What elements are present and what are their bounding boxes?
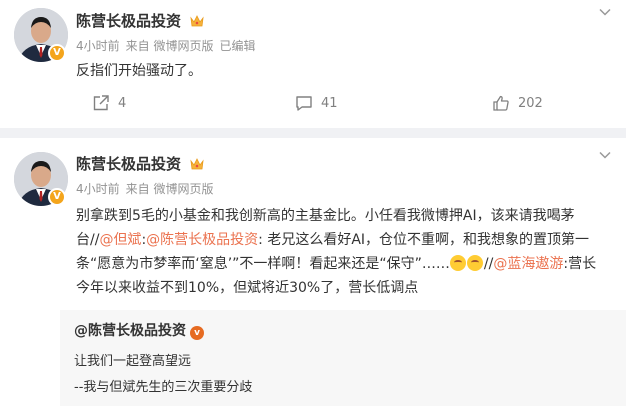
post-source: 来自 微博网页版 [125,182,214,196]
mention-link[interactable]: @陈营长极品投资 [146,232,258,248]
edited-label[interactable]: 已编辑 [219,39,255,53]
quoted-line: 让我们一起登高望远 [74,354,192,369]
quoted-post[interactable]: @陈营长极品投资 v 让我们一起登高望远 --我与但斌先生的三次重要分歧 [60,310,626,406]
crown-icon [190,13,204,33]
chevron-down-icon[interactable] [598,5,612,19]
author-name[interactable]: 陈营长极品投资 [76,11,204,33]
verified-icon: V [48,44,66,62]
post-content: 反指们开始骚动了。 [76,63,202,79]
post-card-2: V 陈营长极品投资 4小时前 来自 微博网页版 别拿跌到5毛的小基金和我创新高的主… [0,138,626,406]
verified-icon: v [190,326,204,340]
comment-count: 41 [321,95,338,111]
repost-button[interactable]: 4 [92,94,126,112]
post-time[interactable]: 4小时前 [76,182,120,196]
cry-laugh-emoji-icon [466,255,483,271]
post-source: 来自 微博网页版 [125,39,214,53]
author-name[interactable]: 陈营长极品投资 [76,154,204,176]
like-count: 202 [518,95,543,111]
post-meta: 4小时前 来自 微博网页版 [76,181,219,197]
post-card-1: V 陈营长极品投资 4小时前 来自 微博网页版 已编辑 反指们开始骚动了。 4 41… [0,0,626,128]
comment-button[interactable]: 41 [295,94,338,112]
chevron-down-icon[interactable] [598,148,612,162]
comment-icon [296,96,312,111]
mention-link[interactable]: @但斌 [99,232,141,248]
author-name-text[interactable]: 陈营长极品投资 [76,155,181,173]
like-icon [493,95,509,111]
quoted-author-text[interactable]: @陈营长极品投资 [74,323,186,339]
repost-count: 4 [118,95,127,111]
repost-icon [93,95,109,111]
verified-icon: V [48,188,66,206]
post-meta: 4小时前 来自 微博网页版 已编辑 [76,38,261,54]
quoted-author[interactable]: @陈营长极品投资 v [74,320,204,340]
content-text: // [483,256,494,272]
crown-icon [190,156,204,176]
author-name-text[interactable]: 陈营长极品投资 [76,12,181,30]
laugh-emoji-icon [449,255,466,271]
like-button[interactable]: 202 [492,94,543,112]
post-content: 别拿跌到5毛的小基金和我创新高的主基金比。小任看我微博押AI，该来请我喝茅台//… [76,204,610,300]
quoted-line: --我与但斌先生的三次重要分歧 [74,380,253,395]
mention-link[interactable]: @蓝海遨游 [493,256,563,272]
action-bar: 4 41 202 [0,94,626,124]
post-time[interactable]: 4小时前 [76,39,120,53]
